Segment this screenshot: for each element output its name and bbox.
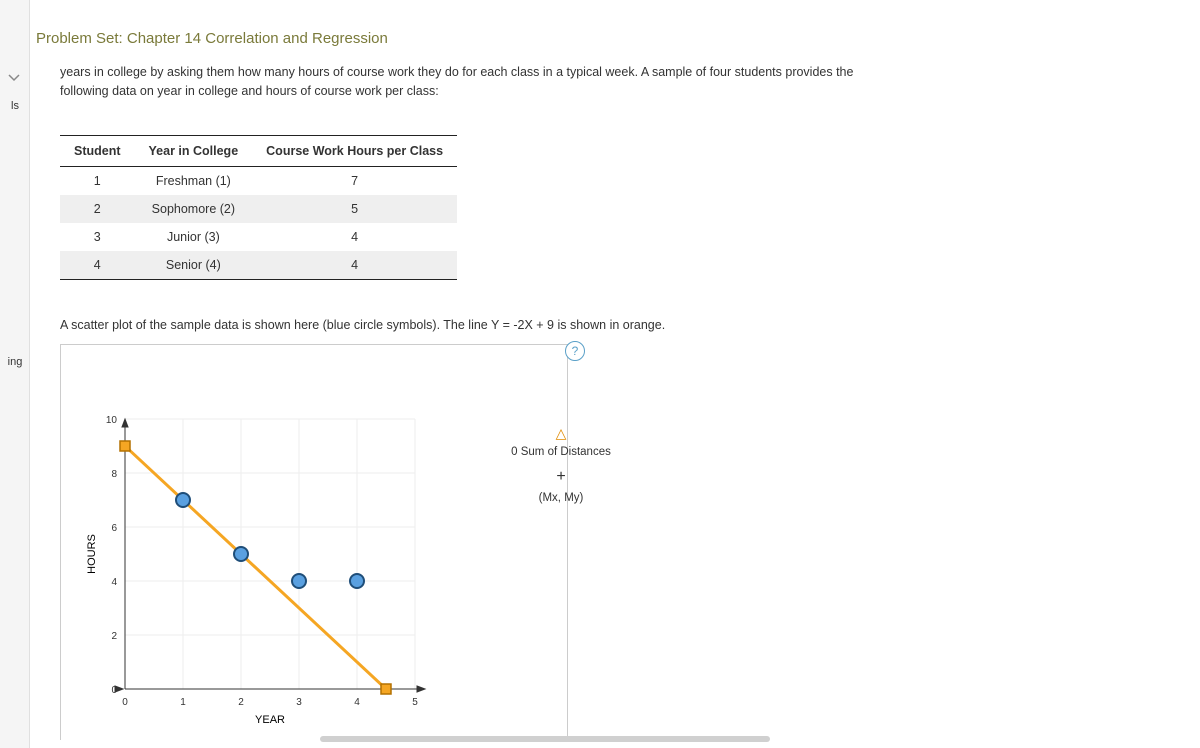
ytick: 0 bbox=[111, 685, 117, 696]
table-header-row: Student Year in College Course Work Hour… bbox=[60, 135, 457, 166]
y-axis-label: HOURS bbox=[86, 534, 98, 574]
chart-legend: △ 0 Sum of Distances + (Mx, My) bbox=[501, 425, 621, 504]
chart-container: ? bbox=[60, 344, 568, 741]
line-endpoint-marker[interactable] bbox=[120, 441, 130, 451]
xtick: 0 bbox=[122, 697, 128, 708]
ytick: 10 bbox=[106, 415, 118, 426]
xtick: 3 bbox=[296, 697, 302, 708]
sidebar-label-ls: ls bbox=[0, 100, 30, 112]
scatter-note: A scatter plot of the sample data is sho… bbox=[36, 280, 1192, 344]
table-row: 4 Senior (4) 4 bbox=[60, 251, 457, 280]
table-row: 3 Junior (3) 4 bbox=[60, 223, 457, 251]
table-row: 2 Sophomore (2) 5 bbox=[60, 195, 457, 223]
intro-line-1: years in college by asking them how many… bbox=[60, 65, 853, 79]
help-icon[interactable]: ? bbox=[565, 341, 585, 361]
triangle-icon[interactable]: △ bbox=[501, 425, 621, 442]
plus-icon[interactable]: + bbox=[501, 468, 621, 486]
xtick: 4 bbox=[354, 697, 360, 708]
data-table-wrap: Student Year in College Course Work Hour… bbox=[36, 117, 1192, 280]
table-row: 1 Freshman (1) 7 bbox=[60, 166, 457, 195]
th-student: Student bbox=[60, 135, 135, 166]
horizontal-scrollbar[interactable] bbox=[320, 736, 770, 742]
x-axis-label: YEAR bbox=[255, 714, 285, 726]
xtick: 2 bbox=[238, 697, 244, 708]
data-point[interactable] bbox=[176, 493, 190, 507]
data-table: Student Year in College Course Work Hour… bbox=[60, 135, 457, 280]
xtick: 5 bbox=[412, 697, 418, 708]
data-point[interactable] bbox=[350, 574, 364, 588]
legend-mean-label: (Mx, My) bbox=[501, 492, 621, 504]
ytick: 4 bbox=[111, 577, 117, 588]
intro-line-2: following data on year in college and ho… bbox=[60, 84, 439, 98]
data-point[interactable] bbox=[292, 574, 306, 588]
line-endpoint-marker[interactable] bbox=[381, 684, 391, 694]
regression-line bbox=[125, 446, 386, 689]
sidebar-label-ing: ing bbox=[0, 356, 30, 368]
xtick: 1 bbox=[180, 697, 186, 708]
content-area: Problem Set: Chapter 14 Correlation and … bbox=[36, 20, 1192, 740]
data-point[interactable] bbox=[234, 547, 248, 561]
legend-sum-label: 0 Sum of Distances bbox=[501, 446, 621, 458]
left-sidebar: ls ing bbox=[0, 0, 30, 748]
ytick: 2 bbox=[111, 631, 117, 642]
chevron-down-icon[interactable] bbox=[8, 72, 20, 84]
intro-text: years in college by asking them how many… bbox=[36, 59, 1096, 117]
page-title: Problem Set: Chapter 14 Correlation and … bbox=[36, 20, 1192, 59]
th-year: Year in College bbox=[135, 135, 253, 166]
th-hours: Course Work Hours per Class bbox=[252, 135, 457, 166]
ytick: 8 bbox=[111, 469, 117, 480]
ytick: 6 bbox=[111, 523, 117, 534]
scatter-chart[interactable]: 0 2 4 6 8 10 0 1 2 3 4 5 YEAR HOURS bbox=[65, 349, 565, 741]
